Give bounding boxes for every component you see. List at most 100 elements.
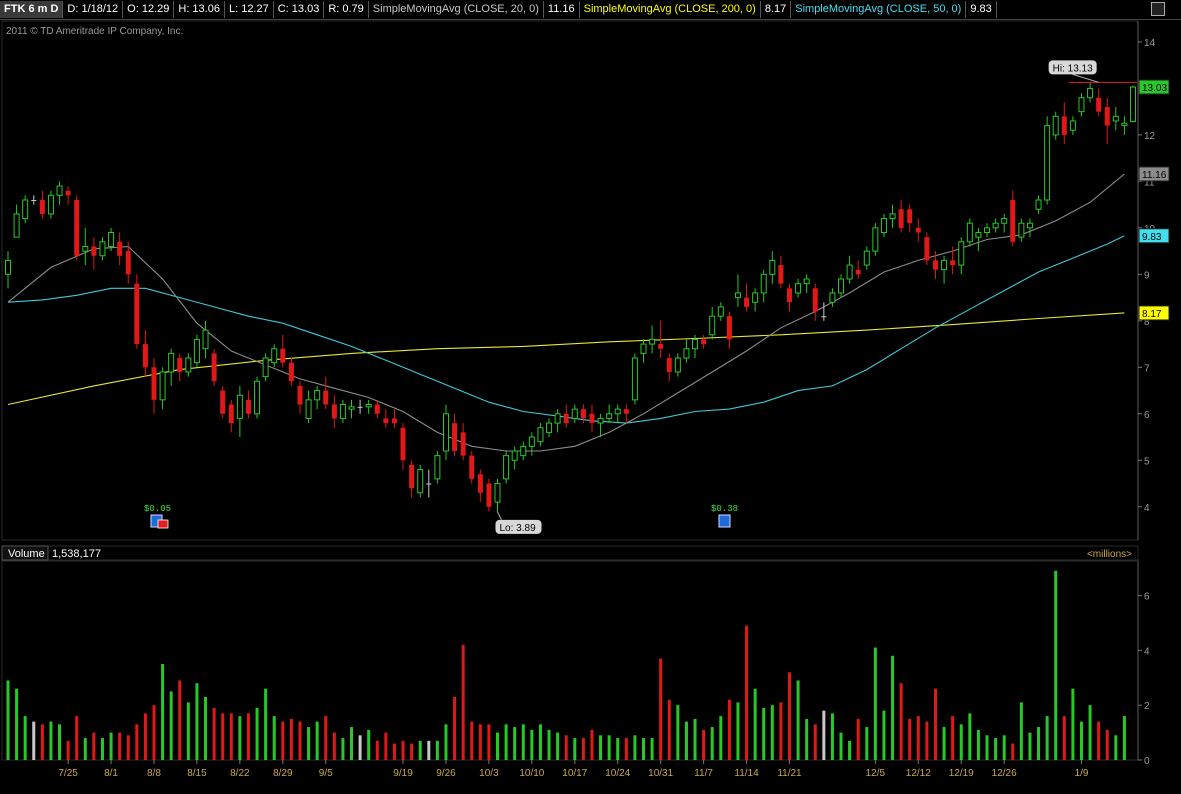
volume-bar xyxy=(375,740,379,760)
volume-bar xyxy=(289,718,293,760)
volume-bar xyxy=(916,716,920,760)
symbol-label[interactable]: FTK 6 m D xyxy=(0,1,64,18)
candle-body xyxy=(245,399,251,414)
sma20-study-label[interactable]: SimpleMovingAvg (CLOSE, 20, 0) xyxy=(369,1,544,18)
candle-body xyxy=(554,413,561,424)
date-tick-label: 11/21 xyxy=(777,768,802,779)
volume-bar xyxy=(58,724,62,760)
range-label: R: 0.79 xyxy=(324,1,369,18)
candle-body xyxy=(984,227,991,234)
candle-body xyxy=(1010,199,1016,242)
dividend-marker-2[interactable]: $0.38 xyxy=(711,504,738,528)
volume-bar xyxy=(521,724,525,760)
candle-body xyxy=(760,273,767,294)
volume-bar xyxy=(873,647,877,760)
dividend-markers: $0.05 $0.38 xyxy=(144,504,738,529)
window-menu-icon[interactable] xyxy=(1151,2,1165,16)
volume-bar xyxy=(1011,743,1015,760)
candle-body xyxy=(469,455,475,479)
volume-bar xyxy=(40,724,44,760)
candle-body xyxy=(331,404,337,419)
volume-bar xyxy=(204,696,208,760)
candle-body xyxy=(709,315,716,336)
copyright-text: 2011 © TD Ameritrade IP Company, Inc. xyxy=(6,26,183,37)
candle-body xyxy=(614,408,621,415)
volume-bar xyxy=(83,738,87,760)
volume-bar xyxy=(1088,705,1092,760)
candle-body xyxy=(288,362,294,382)
date-tick-label: 9/5 xyxy=(319,768,333,779)
candle-body xyxy=(829,292,836,303)
candle-body xyxy=(1001,218,1008,224)
volume-bar xyxy=(908,718,912,760)
candle-body xyxy=(1104,107,1110,126)
volume-bar xyxy=(968,713,972,760)
candle-body xyxy=(778,265,784,284)
candle-body xyxy=(339,404,346,419)
volume-bar xyxy=(1054,570,1058,760)
candle-body xyxy=(571,408,578,419)
candle-body xyxy=(769,259,776,275)
chart-canvas[interactable]: 2011 © TD Ameritrade IP Company, Inc. 4 5… xyxy=(0,20,1181,794)
volume-axis: 0 2 4 6 xyxy=(1138,591,1150,767)
volume-bar xyxy=(684,721,688,760)
candle-body xyxy=(323,390,329,405)
candle-body xyxy=(99,241,106,257)
volume-bar xyxy=(66,740,70,760)
candle-body xyxy=(880,218,887,234)
volume-tick-label: 2 xyxy=(1144,701,1150,712)
date-tick-label: 10/10 xyxy=(519,768,544,779)
candle-body xyxy=(65,190,71,196)
volume-bar xyxy=(1071,688,1075,760)
candle-body xyxy=(383,418,389,424)
candle-body xyxy=(202,329,209,350)
sma200-study-label[interactable]: SimpleMovingAvg (CLOSE, 200, 0) xyxy=(580,1,761,18)
candle-body xyxy=(74,199,80,256)
sma200-value: 8.17 xyxy=(761,1,792,18)
volume-bar xyxy=(307,727,311,760)
volume-bar xyxy=(496,732,500,760)
volume-bar xyxy=(848,740,852,760)
volume-bar xyxy=(736,702,740,760)
candle-body xyxy=(486,483,492,507)
candle-body xyxy=(236,394,243,419)
candle-body xyxy=(744,297,750,307)
candle-body xyxy=(975,232,982,238)
date-tick-label: 11/7 xyxy=(694,768,713,779)
volume-bar xyxy=(143,713,147,760)
volume-bar xyxy=(710,727,714,760)
candle-body xyxy=(623,409,629,414)
volume-bar xyxy=(32,721,36,760)
candle-body xyxy=(872,227,879,252)
lo-annotation: Lo: 3.89 xyxy=(495,511,542,534)
date-tick-label: 8/1 xyxy=(104,768,118,779)
volume-bar xyxy=(1045,716,1049,760)
volume-bar xyxy=(341,738,345,760)
date-tick-label: 8/8 xyxy=(147,768,161,779)
candle-body xyxy=(589,413,595,424)
volume-tick-label: 6 xyxy=(1144,591,1150,602)
volume-bar xyxy=(839,732,843,760)
volume-bar xyxy=(830,713,834,760)
sma50-study-label[interactable]: SimpleMovingAvg (CLOSE, 50, 0) xyxy=(791,1,967,18)
dividend-marker-1[interactable]: $0.05 xyxy=(144,504,171,529)
candle-body xyxy=(950,260,956,266)
candle-body xyxy=(838,278,845,294)
candle-body xyxy=(1018,222,1025,238)
volume-bar xyxy=(392,743,396,760)
candle-body xyxy=(357,406,363,408)
volume-bar xyxy=(856,718,860,760)
volume-bar xyxy=(1079,721,1083,760)
volume-bar xyxy=(350,727,354,760)
candle-body xyxy=(1096,97,1102,112)
candle-body xyxy=(314,390,321,401)
candle-body xyxy=(168,352,175,373)
volume-bar xyxy=(178,680,182,760)
volume-bar xyxy=(607,735,611,760)
volume-bar xyxy=(332,732,336,760)
volume-bar xyxy=(813,724,817,760)
candle-body xyxy=(91,246,97,256)
volume-bar xyxy=(126,735,130,760)
candle-body xyxy=(537,427,544,443)
candle-body xyxy=(185,357,192,373)
